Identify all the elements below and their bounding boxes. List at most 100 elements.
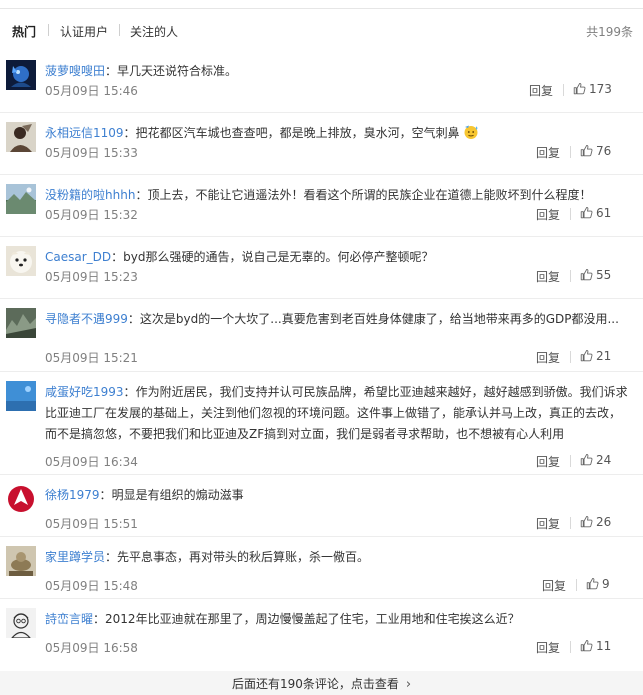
- comment-separator: ：: [93, 612, 106, 626]
- comment-text: 把花都区汽车城也查查吧，都是晚上排放，臭水河，空气刺鼻: [135, 126, 460, 140]
- comment-separator: ：: [123, 126, 136, 140]
- avatar[interactable]: [6, 122, 36, 152]
- thumbs-up-icon: [580, 454, 593, 466]
- avatar[interactable]: [6, 184, 36, 214]
- reply-button[interactable]: 回复: [536, 453, 560, 470]
- avatar-image-icon: [6, 484, 36, 514]
- comment-separator: ：: [105, 64, 118, 78]
- tab-hot[interactable]: 热门: [12, 23, 36, 40]
- reply-button[interactable]: 回复: [536, 639, 560, 656]
- tab-divider: [48, 24, 49, 36]
- action-divider: [570, 517, 571, 529]
- like-count: 26: [596, 515, 612, 529]
- comment-item: 詩峦言曜：2012年比亚迪就在那里了，周边慢慢盖起了住宅，工业用地和住宅挨这么近…: [0, 599, 643, 661]
- action-divider: [570, 208, 571, 220]
- action-divider: [570, 351, 571, 363]
- thumbs-up-icon: [586, 578, 599, 590]
- chevron-right-icon: ›: [405, 677, 412, 692]
- avatar[interactable]: [6, 546, 36, 576]
- reply-button[interactable]: 回复: [536, 349, 560, 366]
- comment-separator: ：: [111, 250, 124, 264]
- like-button[interactable]: 11: [580, 639, 611, 653]
- comment-username[interactable]: 永相远信1109: [45, 126, 124, 140]
- avatar-image-icon: [6, 608, 36, 638]
- comment-body: 菠萝嗖嗖田：早几天还说符合标准。: [45, 61, 629, 82]
- reply-button[interactable]: 回复: [529, 82, 553, 99]
- avatar[interactable]: [6, 246, 36, 276]
- comment-username[interactable]: 咸蛋好吃1993: [45, 385, 124, 399]
- comment-text: 这次是byd的一个大坎了...真要危害到老百姓身体健康了，给当地带来再多的GDP…: [139, 312, 619, 326]
- comment-text: byd那么强硬的通告，说自己是无辜的。何必停产整顿呢？: [123, 250, 434, 264]
- avatar[interactable]: [6, 60, 36, 90]
- comment-body: 徐杨1979：明显是有组织的煽动滋事: [45, 485, 629, 506]
- comment-time: 05月09日 15:48: [45, 579, 138, 593]
- comment-body: 詩峦言曜：2012年比亚迪就在那里了，周边慢慢盖起了住宅，工业用地和住宅挨这么近…: [45, 609, 629, 630]
- comment-username[interactable]: 没粉籍的啦hhhh: [45, 188, 135, 202]
- comment-item: 咸蛋好吃1993：作为附近居民，我们支持并认可民族品牌，希望比亚迪越来越好，越好…: [0, 372, 643, 475]
- comment-time: 05月09日 15:51: [45, 517, 138, 531]
- reply-button[interactable]: 回复: [536, 206, 560, 223]
- comment-item: 家里蹲学员：先平息事态，再对带头的秋后算账，杀一儆百。 05月09日 15:48…: [0, 537, 643, 599]
- avatar[interactable]: [6, 608, 36, 638]
- reply-button[interactable]: 回复: [536, 515, 560, 532]
- thumbs-up-icon: [573, 83, 586, 95]
- load-more-label: 后面还有190条评论，点击查看: [231, 677, 399, 691]
- comment-time: 05月09日 15:21: [45, 351, 138, 365]
- comment-item: 永相远信1109：把花都区汽车城也查查吧，都是晚上排放，臭水河，空气刺鼻 05月…: [0, 113, 643, 175]
- like-count: 173: [589, 82, 612, 96]
- avatar[interactable]: [6, 308, 36, 338]
- like-button[interactable]: 24: [580, 453, 611, 467]
- like-count: 76: [596, 144, 612, 158]
- comment-item: 寻隐者不遇999：这次是byd的一个大坎了...真要危害到老百姓身体健康了，给当…: [0, 299, 643, 372]
- comment-username[interactable]: 菠萝嗖嗖田: [45, 64, 105, 78]
- like-count: 21: [596, 349, 612, 363]
- avatar[interactable]: [6, 484, 36, 514]
- like-button[interactable]: 76: [580, 144, 611, 158]
- comment-time: 05月09日 15:46: [45, 84, 138, 98]
- action-divider: [570, 270, 571, 282]
- like-button[interactable]: 55: [580, 268, 611, 282]
- tab-following[interactable]: 关注的人: [130, 23, 178, 40]
- comment-username[interactable]: 寻隐者不遇999: [45, 312, 128, 326]
- thumbs-up-icon: [580, 145, 593, 157]
- like-count: 11: [596, 639, 612, 653]
- avatar-image-icon: [6, 246, 36, 276]
- comment-username[interactable]: Caesar_DD: [45, 250, 111, 264]
- comment-username[interactable]: 徐杨1979: [45, 488, 100, 502]
- tab-verified-users[interactable]: 认证用户: [60, 23, 108, 40]
- avatar-image-icon: [6, 546, 36, 576]
- comment-item: 没粉籍的啦hhhh：顶上去，不能让它逍遥法外！看看这个所谓的民族企业在道德上能败…: [0, 175, 643, 237]
- comment-text: 早几天还说符合标准。: [117, 64, 238, 78]
- like-button[interactable]: 21: [580, 349, 611, 363]
- comment-time: 05月09日 15:33: [45, 146, 138, 160]
- comment-username[interactable]: 詩峦言曜: [45, 612, 93, 626]
- thumbs-up-icon: [580, 350, 593, 362]
- thumbs-up-icon: [580, 640, 593, 652]
- action-divider: [570, 146, 571, 158]
- action-divider: [576, 579, 577, 591]
- reply-button[interactable]: 回复: [536, 268, 560, 285]
- action-divider: [570, 641, 571, 653]
- avatar[interactable]: [6, 381, 36, 411]
- total-comment-count: 共199条: [586, 25, 633, 39]
- comment-time: 05月09日 16:58: [45, 641, 138, 655]
- comment-separator: ：: [105, 550, 118, 564]
- reply-button[interactable]: 回复: [542, 577, 566, 594]
- comment-time: 05月09日 16:34: [45, 455, 138, 469]
- comment-item: Caesar_DD：byd那么强硬的通告，说自己是无辜的。何必停产整顿呢？ 05…: [0, 237, 643, 299]
- avatar-image-icon: [6, 381, 36, 411]
- reply-button[interactable]: 回复: [536, 144, 560, 161]
- avatar-image-icon: [6, 60, 36, 90]
- like-button[interactable]: 9: [586, 577, 610, 591]
- like-button[interactable]: 173: [573, 82, 612, 96]
- comment-time: 05月09日 15:23: [45, 270, 138, 284]
- comment-body: 家里蹲学员：先平息事态，再对带头的秋后算账，杀一儆百。: [45, 547, 629, 568]
- like-button[interactable]: 61: [580, 206, 611, 220]
- avatar-image-icon: [6, 122, 36, 152]
- comment-item: 菠萝嗖嗖田：早几天还说符合标准。 05月09日 15:46 回复 173: [0, 51, 643, 113]
- load-more-link[interactable]: 后面还有190条评论，点击查看 ›: [231, 677, 411, 692]
- comment-separator: ：: [99, 488, 112, 502]
- like-count: 24: [596, 453, 612, 467]
- comment-username[interactable]: 家里蹲学员: [45, 550, 105, 564]
- like-button[interactable]: 26: [580, 515, 611, 529]
